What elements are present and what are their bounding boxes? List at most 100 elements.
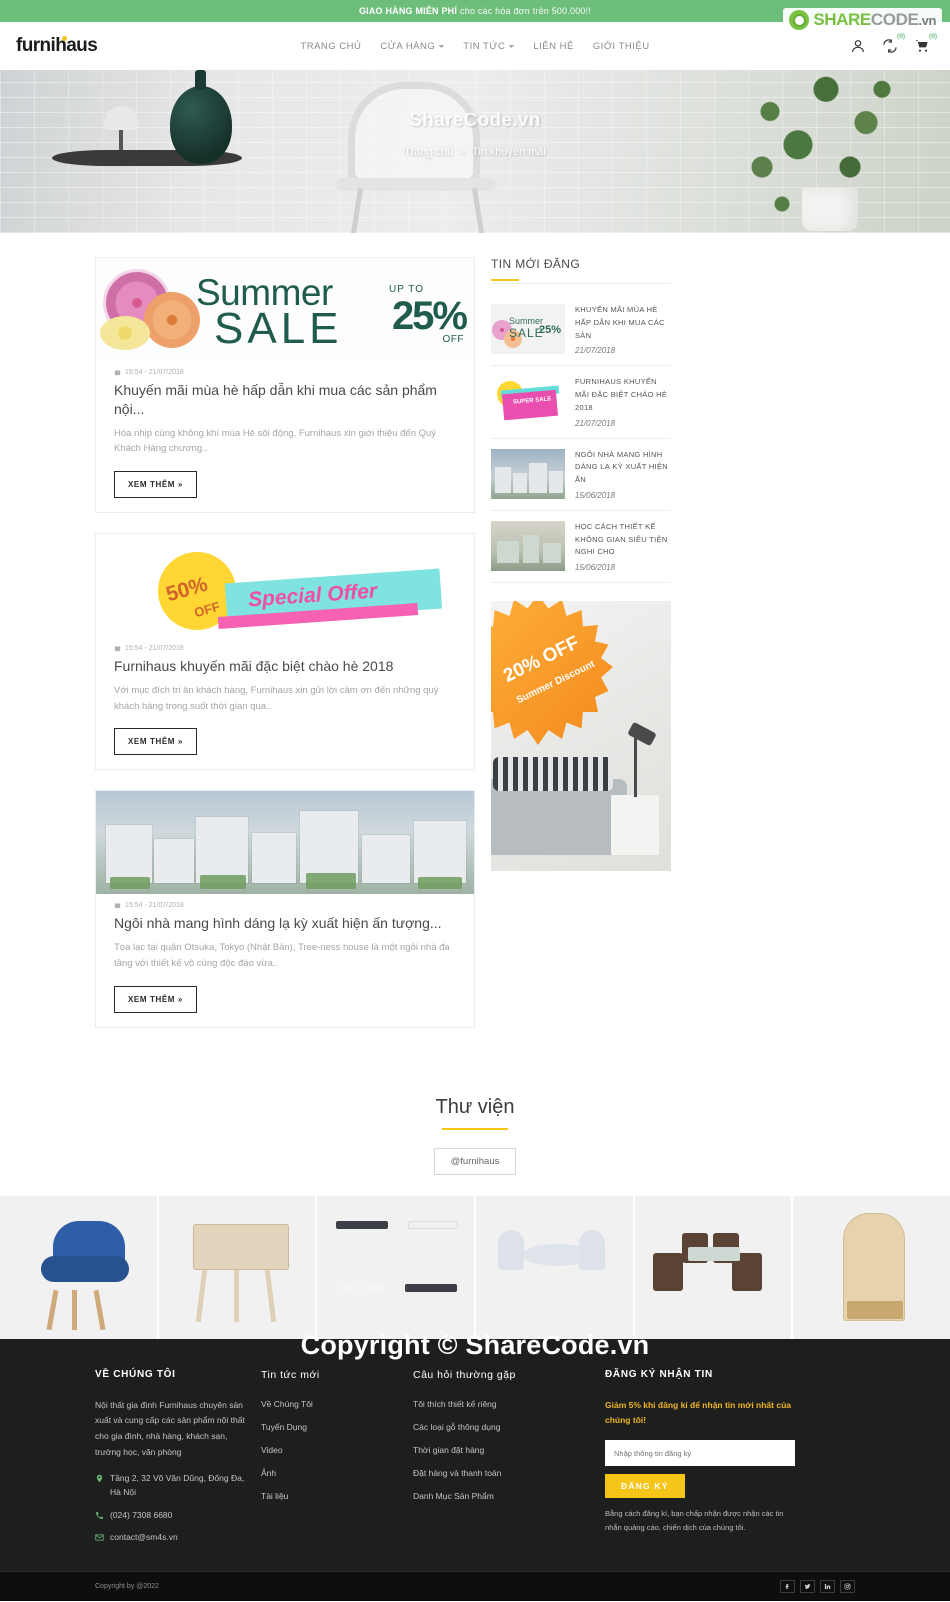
- article-meta: 15:54 - 21/07/2018: [96, 361, 474, 376]
- social-links: [780, 1580, 855, 1594]
- sidebar: TIN MỚI ĐĂNG Summer SALE 25% KHUYẾN MÃI …: [491, 257, 671, 871]
- sidebar-promo-banner[interactable]: 20% OFF Summer Discount: [491, 601, 671, 871]
- nav-item-cua-hang[interactable]: CỬA HÀNG: [380, 40, 445, 52]
- gallery-item-round-table-chairs[interactable]: [476, 1195, 633, 1339]
- footer-link-ve-chung-toi[interactable]: Về Chúng Tôi: [261, 1399, 399, 1409]
- center-watermark: Copyright © ShareCode.vn: [300, 1330, 650, 1360]
- newsletter-subscribe-button[interactable]: ĐĂNG KÝ: [605, 1474, 685, 1499]
- compare-count-badge: 0: [897, 33, 905, 40]
- footer-link-tai-lieu[interactable]: Tài liệu: [261, 1491, 399, 1501]
- logo-dot-icon: [62, 36, 67, 41]
- main-container: Summer SALE UP TO 25% OFF 15:54 - 21/07/…: [95, 233, 855, 1048]
- article-excerpt: Hòa nhịp cùng không khí mùa Hè sôi động,…: [114, 427, 437, 455]
- article-meta: 15:54 - 21/07/2018: [96, 894, 474, 909]
- article-excerpt: Tọa lạc tại quận Otsuka, Tokyo (Nhật Bản…: [114, 942, 450, 969]
- article-card: 15:54 - 21/07/2018 Ngôi nhà mang hình dá…: [95, 790, 475, 1028]
- gallery-item-wooden-nightstand[interactable]: [158, 1195, 316, 1339]
- chevron-down-icon: [508, 45, 515, 48]
- footer-columns: VỀ CHÚNG TÔI Nội thất gia đình Furnihaus…: [95, 1369, 855, 1545]
- sidebar-news-date: 21/07/2018: [575, 418, 616, 428]
- nav-item-trang-chu[interactable]: TRANG CHỦ: [300, 41, 361, 52]
- mail-icon: [95, 1531, 104, 1545]
- nav-item-tin-tuc[interactable]: TIN TỨC: [463, 40, 515, 52]
- nav-label: TIN TỨC: [463, 40, 506, 52]
- gallery-section: Thư viện @furnihaus: [0, 1048, 950, 1339]
- article-title[interactable]: Khuyến mãi mùa hè hấp dẫn khi mua các sả…: [96, 376, 474, 419]
- nav-label: TRANG CHỦ: [300, 40, 362, 52]
- article-card: Summer SALE UP TO 25% OFF 15:54 - 21/07/…: [95, 257, 475, 514]
- footer-link-thoi-gian-dat-hang[interactable]: Thời gian đặt hàng: [413, 1445, 563, 1455]
- sidebar-news-date: 15/06/2018: [575, 490, 616, 500]
- sidebar-news-item[interactable]: Summer SALE 25% KHUYẾN MÃI MÙA HÈ HẤP DẪ…: [491, 294, 671, 367]
- nav-item-gioi-thieu[interactable]: GIỚI THIỆU: [593, 41, 650, 52]
- footer-link-tuyen-dung[interactable]: Tuyển Dụng: [261, 1422, 399, 1432]
- footer-email: contact@sm4s.vn: [110, 1532, 178, 1543]
- article-date: 15:54 - 21/07/2018: [125, 902, 184, 910]
- user-icon[interactable]: [850, 38, 866, 54]
- read-more-button[interactable]: XEM THÊM »: [114, 985, 197, 1013]
- footer-link-thiet-ke-rieng[interactable]: Tôi thích thiết kế riêng: [413, 1399, 563, 1409]
- article-title[interactable]: Ngôi nhà mang hình dáng lạ kỳ xuất hiện …: [96, 909, 474, 933]
- article-title[interactable]: Furnihaus khuyến mãi đặc biệt chào hè 20…: [96, 652, 474, 676]
- gallery-item-wooden-cabinet[interactable]: [793, 1195, 950, 1339]
- sidebar-news-item[interactable]: HỌC CÁCH THIẾT KẾ KHÔNG GIAN SIÊU TIỆN N…: [491, 511, 671, 583]
- decor-plant-pot: [802, 187, 858, 231]
- footer-phone-row[interactable]: (024) 7308 6680: [95, 1509, 247, 1523]
- read-more-button[interactable]: XEM THÊM »: [114, 728, 197, 756]
- site-logo-text: furnihaus: [16, 35, 98, 56]
- sharecode-watermark-logo: SHARECODE.vn: [783, 8, 942, 32]
- linkedin-icon[interactable]: [820, 1580, 835, 1594]
- gallery-row: [0, 1195, 950, 1339]
- footer-address: Tầng 2, 32 Võ Văn Dũng, Đống Đa, Hà Nội: [110, 1473, 245, 1498]
- cart-icon[interactable]: 0: [914, 33, 935, 54]
- sidebar-news-heading: FURNIHAUS KHUYẾN MÃI ĐẶC BIỆT CHÀO HÈ 20…: [575, 377, 668, 412]
- instagram-icon[interactable]: [840, 1580, 855, 1594]
- twitter-icon[interactable]: [800, 1580, 815, 1594]
- sharecode-wordmark: SHARECODE.vn: [813, 10, 936, 30]
- thumb-text-summer: Summer: [509, 316, 544, 326]
- footer-email-row[interactable]: contact@sm4s.vn: [95, 1531, 247, 1545]
- phone-icon: [95, 1509, 104, 1523]
- summer-sale-thumb: Summer SALE 25%: [491, 304, 565, 354]
- footer-link-loai-go[interactable]: Các loại gỗ thông dụng: [413, 1422, 563, 1432]
- chevron-down-icon: [438, 45, 445, 48]
- footer-link-video[interactable]: Video: [261, 1445, 399, 1455]
- sidebar-news-item[interactable]: SUPER SALE FURNIHAUS KHUYẾN MÃI ĐẶC BIỆT…: [491, 366, 671, 439]
- sidebar-news-date: 21/07/2018: [575, 346, 616, 356]
- breadcrumb-separator: >: [459, 145, 466, 158]
- gallery-item-dining-tables-set[interactable]: [317, 1195, 475, 1339]
- read-more-button[interactable]: XEM THÊM »: [114, 471, 197, 499]
- main-navigation: TRANG CHỦ CỬA HÀNG TIN TỨC LIÊN HỆ GIỚI …: [300, 41, 649, 52]
- article-banner-summer-sale[interactable]: Summer SALE UP TO 25% OFF: [96, 258, 474, 361]
- newsletter-email-input[interactable]: [605, 1440, 795, 1467]
- footer-column-newsletter: ĐĂNG KÝ NHẬN TIN Giảm 5% khi đăng kí để …: [605, 1369, 795, 1545]
- gallery-item-blue-armchair[interactable]: [0, 1195, 157, 1339]
- gallery-title: Thư viện: [435, 1095, 515, 1118]
- facebook-icon[interactable]: [780, 1580, 795, 1594]
- promo-lamp-image: [613, 721, 657, 797]
- super-sale-thumb: SUPER SALE: [491, 376, 565, 427]
- article-banner-house-photo[interactable]: [96, 791, 474, 895]
- gallery-item-rattan-patio-set[interactable]: [634, 1195, 792, 1339]
- newsletter-title: ĐĂNG KÝ NHẬN TIN: [605, 1368, 713, 1380]
- breadcrumb-home-link[interactable]: Trang chủ: [404, 146, 453, 158]
- footer-link-danh-muc-san-pham[interactable]: Danh Mục Sản Phẩm: [413, 1491, 563, 1501]
- sidebar-divider: [491, 283, 671, 284]
- footer-link-anh[interactable]: Ảnh: [261, 1468, 399, 1478]
- nav-label: GIỚI THIỆU: [592, 40, 650, 52]
- promo-nightstand-image: [611, 795, 659, 855]
- gallery-handle-button[interactable]: @furnihaus: [433, 1147, 517, 1175]
- newsletter-disclaimer: Bằng cách đăng kí, bạn chấp nhận được nh…: [605, 1509, 784, 1533]
- footer-link-dat-hang-thanh-toan[interactable]: Đặt hàng và thanh toán: [413, 1468, 563, 1478]
- footer-about-title: VỀ CHÚNG TÔI: [95, 1368, 176, 1380]
- nav-label: CỬA HÀNG: [380, 40, 436, 52]
- site-logo[interactable]: furnihaus: [14, 35, 98, 57]
- compare-icon[interactable]: 0: [882, 33, 903, 54]
- sharecode-badge-icon: [789, 10, 810, 30]
- article-banner-special-offer[interactable]: 50% OFF Special Offer: [96, 534, 474, 638]
- footer-column-about: VỀ CHÚNG TÔI Nội thất gia đình Furnihaus…: [95, 1369, 247, 1545]
- breadcrumb: Trang chủ > Tin khuyến mãi: [404, 146, 546, 158]
- sidebar-news-item[interactable]: NGÔI NHÀ MANG HÌNH DÁNG LẠ KỲ XUẤT HIỆN …: [491, 439, 671, 511]
- sidebar-news-heading: KHUYẾN MÃI MÙA HÈ HẤP DẪN KHI MUA CÁC SẢ…: [575, 305, 665, 340]
- nav-item-lien-he[interactable]: LIÊN HỆ: [533, 41, 573, 52]
